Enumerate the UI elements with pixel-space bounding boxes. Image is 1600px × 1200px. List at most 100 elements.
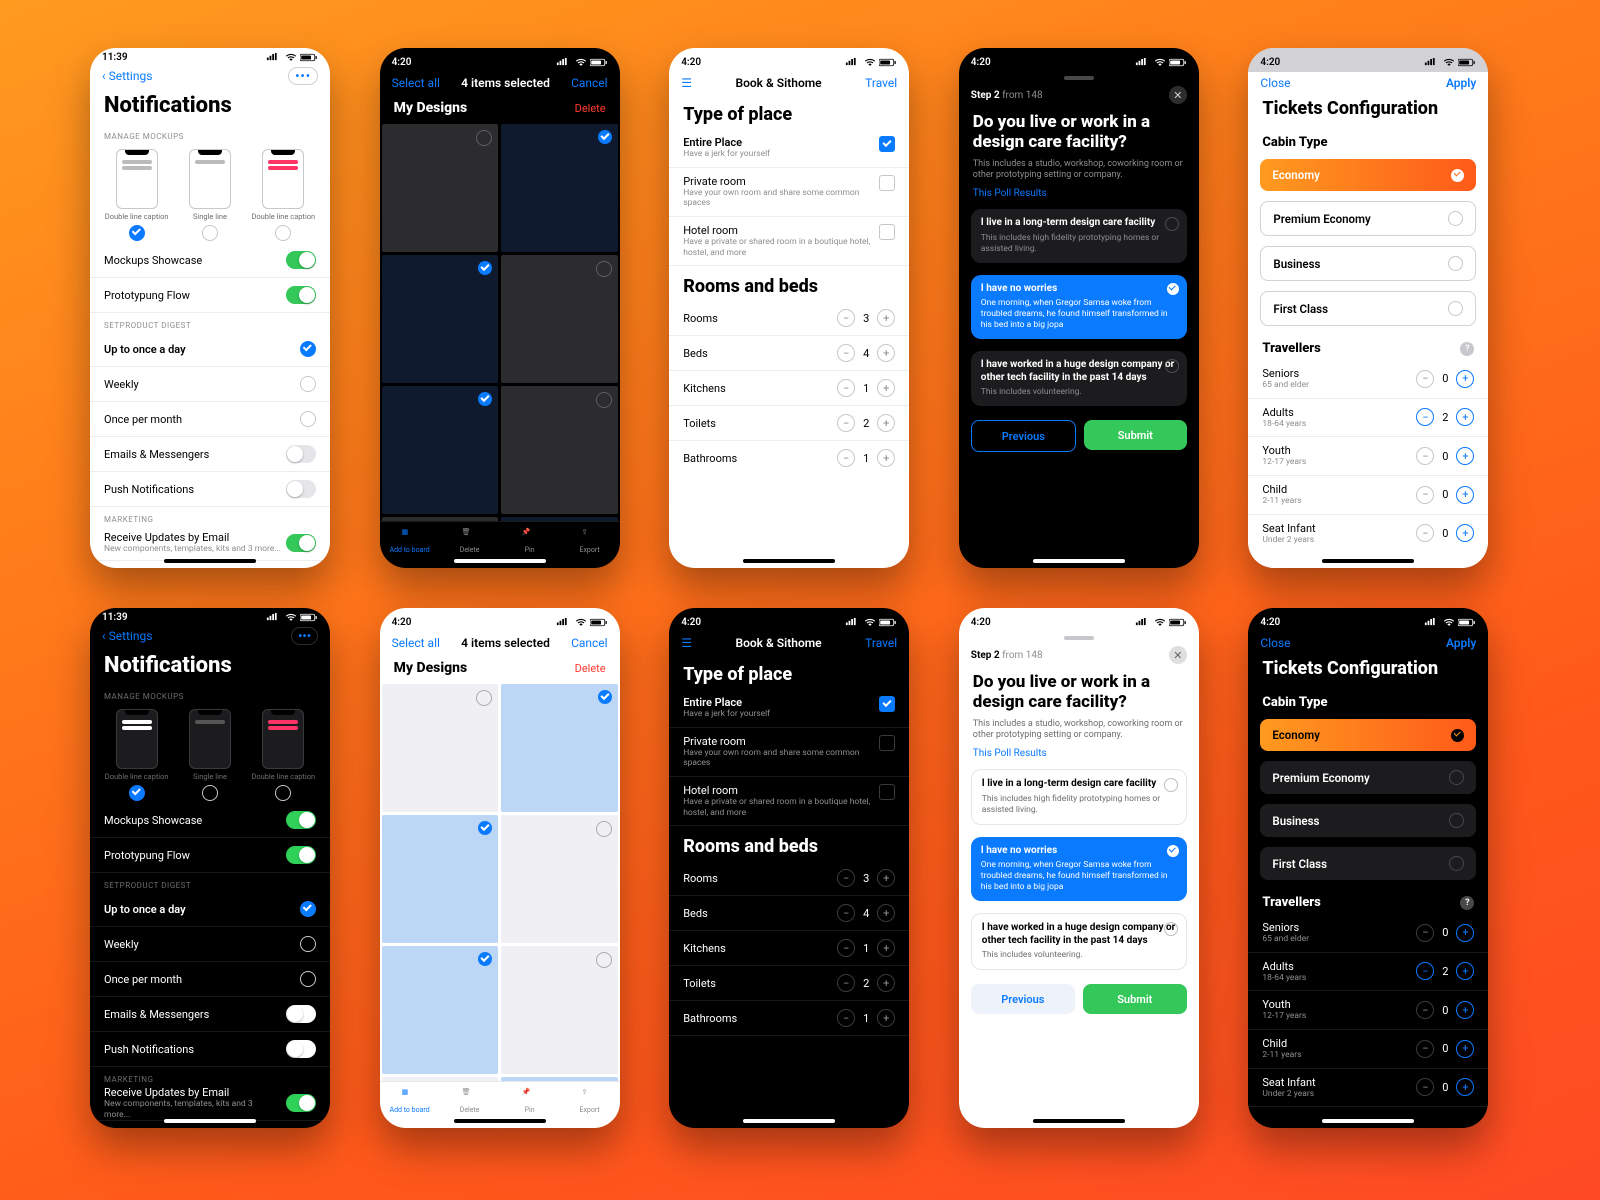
cabin-economy[interactable]: Economy (1260, 719, 1476, 751)
poll-option-1[interactable]: I live in a long-term design care facili… (971, 769, 1187, 825)
poll-option-3[interactable]: I have worked in a huge design company o… (971, 913, 1187, 970)
filter-icon[interactable]: ☰ (681, 636, 692, 650)
cabin-first[interactable]: First Class (1260, 291, 1476, 326)
toggle[interactable] (286, 286, 316, 304)
cabin-first[interactable]: First Class (1260, 847, 1476, 880)
mockup-option-1[interactable]: Double line caption (104, 709, 169, 801)
select-all-button[interactable]: Select all (392, 636, 440, 650)
place-entire[interactable]: Entire PlaceHave a jerk for yourself (669, 129, 909, 168)
design-cell[interactable] (501, 255, 618, 383)
tb-pin[interactable]: 📌Pin (500, 1088, 560, 1114)
place-hotel[interactable]: Hotel roomHave a private or shared room … (669, 217, 909, 266)
place-private[interactable]: Private roomHave your own room and share… (669, 728, 909, 777)
cabin-premium[interactable]: Premium Economy (1260, 761, 1476, 794)
close-icon[interactable]: ✕ (1169, 646, 1187, 664)
delete-button[interactable]: Delete (575, 102, 606, 115)
design-cell[interactable] (501, 815, 618, 943)
back-button[interactable]: ‹ Settings (102, 629, 152, 643)
design-cell[interactable] (382, 255, 499, 383)
apply-button[interactable]: Apply (1446, 76, 1476, 90)
tb-delete[interactable]: 🗑Delete (440, 528, 500, 554)
apply-button[interactable]: Apply (1446, 636, 1476, 650)
cabin-economy[interactable]: Economy (1260, 159, 1476, 191)
more-button[interactable]: ••• (291, 627, 318, 645)
tb-add[interactable]: ▦Add to board (380, 528, 440, 554)
mockup-option-2[interactable]: Single line (177, 149, 242, 241)
design-cell[interactable] (501, 684, 618, 812)
tb-pin[interactable]: 📌Pin (500, 528, 560, 554)
mockup-option-2[interactable]: Single line (177, 709, 242, 801)
toggle[interactable] (286, 251, 316, 269)
toggle[interactable] (286, 534, 316, 552)
place-hotel[interactable]: Hotel roomHave a private or shared room … (669, 777, 909, 826)
tb-add[interactable]: ▦Add to board (380, 1088, 440, 1114)
design-cell[interactable] (382, 1077, 499, 1081)
tb-export[interactable]: ⇪Export (560, 1088, 620, 1114)
poll-option-3[interactable]: I have worked in a huge design company o… (971, 351, 1187, 406)
row-updates-email[interactable]: Receive Updates by EmailNew components, … (90, 1086, 330, 1121)
filter-icon[interactable]: ☰ (681, 76, 692, 90)
design-cell[interactable] (382, 124, 499, 252)
row-emails[interactable]: Emails & Messengers (90, 437, 330, 472)
cancel-button[interactable]: Cancel (571, 636, 608, 650)
row-freq-daily[interactable]: Up to once a day (90, 332, 330, 367)
design-cell[interactable] (382, 517, 499, 521)
poll-results-link[interactable]: This Poll Results (959, 186, 1199, 203)
design-cell[interactable] (382, 815, 499, 943)
row-freq-weekly[interactable]: Weekly (90, 367, 330, 402)
toggle[interactable] (286, 445, 316, 463)
select-all-button[interactable]: Select all (392, 76, 440, 90)
help-icon[interactable]: ? (1460, 896, 1474, 910)
cabin-business[interactable]: Business (1260, 804, 1476, 837)
mockup-option-3[interactable]: Double line caption (251, 709, 316, 801)
place-entire[interactable]: Entire PlaceHave a jerk for yourself (669, 689, 909, 728)
row-emails[interactable]: Emails & Messengers (90, 997, 330, 1032)
row-prototyping-flow[interactable]: Prototypung Flow (90, 278, 330, 313)
delete-button[interactable]: Delete (575, 662, 606, 675)
tb-delete[interactable]: 🗑Delete (440, 1088, 500, 1114)
help-icon[interactable]: ? (1460, 342, 1474, 356)
previous-button[interactable]: Previous (971, 984, 1075, 1014)
poll-results-link[interactable]: This Poll Results (959, 746, 1199, 763)
design-cell[interactable] (501, 386, 618, 514)
row-push[interactable]: Push Notifications (90, 1032, 330, 1067)
cabin-business[interactable]: Business (1260, 246, 1476, 281)
row-freq-daily[interactable]: Up to once a day (90, 892, 330, 927)
tb-export[interactable]: ⇪Export (560, 528, 620, 554)
cabin-premium[interactable]: Premium Economy (1260, 201, 1476, 236)
travel-button[interactable]: Travel (865, 76, 897, 90)
close-icon[interactable]: ✕ (1169, 86, 1187, 104)
design-cell[interactable] (382, 946, 499, 1074)
design-cell[interactable] (501, 124, 618, 252)
row-updates-email[interactable]: Receive Updates by EmailNew components, … (90, 526, 330, 561)
back-button[interactable]: ‹ Settings (102, 69, 152, 83)
design-cell[interactable] (501, 946, 618, 1074)
cancel-button[interactable]: Cancel (571, 76, 608, 90)
more-button[interactable]: ••• (288, 67, 318, 85)
row-mockups-showcase[interactable]: Mockups Showcase (90, 243, 330, 278)
submit-button[interactable]: Submit (1083, 984, 1187, 1014)
mockup-option-3[interactable]: Double line caption (251, 149, 316, 241)
design-cell[interactable] (382, 386, 499, 514)
row-freq-monthly[interactable]: Once per month (90, 962, 330, 997)
row-prototyping-flow[interactable]: Prototypung Flow (90, 838, 330, 873)
design-cell[interactable] (501, 517, 618, 521)
travel-button[interactable]: Travel (865, 636, 897, 650)
row-freq-monthly[interactable]: Once per month (90, 402, 330, 437)
mockup-option-1[interactable]: Double line caption (104, 149, 169, 241)
close-button[interactable]: Close (1260, 636, 1290, 650)
submit-button[interactable]: Submit (1084, 420, 1187, 450)
poll-option-1[interactable]: I live in a long-term design care facili… (971, 209, 1187, 263)
close-button[interactable]: Close (1260, 76, 1290, 90)
status-bar: 4:20 (380, 48, 620, 72)
toggle[interactable] (286, 480, 316, 498)
previous-button[interactable]: Previous (971, 420, 1076, 452)
place-private[interactable]: Private roomHave your own room and share… (669, 168, 909, 217)
design-cell[interactable] (501, 1077, 618, 1081)
row-freq-weekly[interactable]: Weekly (90, 927, 330, 962)
design-cell[interactable] (382, 684, 499, 812)
poll-option-2[interactable]: I have no worriesOne morning, when Grego… (971, 275, 1187, 340)
poll-option-2[interactable]: I have no worriesOne morning, when Grego… (971, 837, 1187, 902)
row-push[interactable]: Push Notifications (90, 472, 330, 507)
row-mockups-showcase[interactable]: Mockups Showcase (90, 803, 330, 838)
